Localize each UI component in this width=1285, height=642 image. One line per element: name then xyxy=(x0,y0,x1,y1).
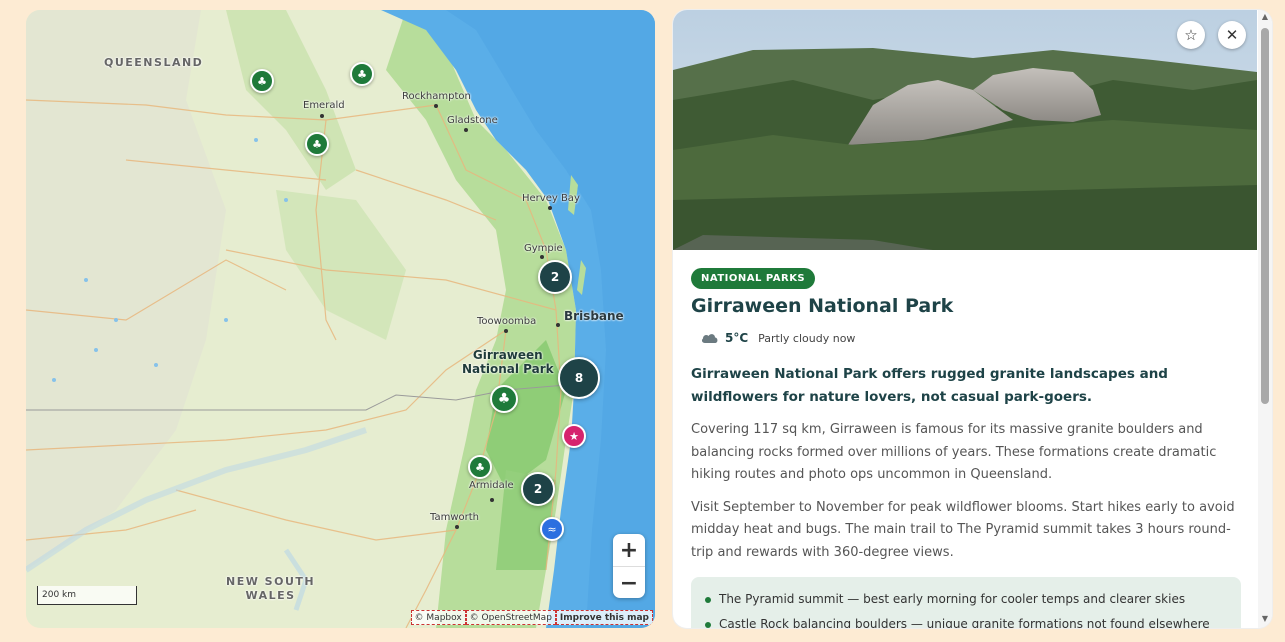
park-pin-tree-icon[interactable]: ♣ xyxy=(350,62,374,86)
favorite-star-icon[interactable]: ☆ xyxy=(1177,21,1205,49)
highlight-text: The Pyramid summit — best early morning … xyxy=(719,592,1186,606)
map-attribution: © Mapbox © OpenStreetMap Improve this ma… xyxy=(410,610,653,625)
park-pin-tree-icon[interactable]: ♣ xyxy=(468,455,492,479)
zoom-out-button[interactable]: − xyxy=(613,567,645,599)
attribution-osm-link[interactable]: © OpenStreetMap xyxy=(465,610,556,625)
cloud-icon xyxy=(701,334,718,343)
star-pin-icon[interactable]: ★ xyxy=(562,424,586,448)
scrollbar-thumb[interactable] xyxy=(1261,28,1269,404)
label-girraween-national-park: Girraween National Park xyxy=(462,348,554,376)
city-dot-rockhampton xyxy=(434,104,438,108)
label-armidale: Armidale xyxy=(469,480,514,491)
panel-scrollbar[interactable]: ▲ ▼ xyxy=(1258,10,1272,628)
park-pin-girraween-tree-icon[interactable]: ♣ xyxy=(490,385,518,413)
park-paragraph: Covering 117 sq km, Girraween is famous … xyxy=(691,422,1217,482)
label-girraween-line2: National Park xyxy=(462,362,554,376)
cluster-marker[interactable]: 2 xyxy=(521,472,555,506)
highlight-item: Castle Rock balancing boulders — unique … xyxy=(705,612,1227,628)
map-view[interactable]: QUEENSLAND Emerald Rockhampton Gladstone… xyxy=(26,10,655,628)
cluster-marker[interactable]: 2 xyxy=(538,260,572,294)
city-dot-brisbane xyxy=(556,323,560,327)
city-dot-emerald xyxy=(320,114,324,118)
park-detail-content: NATIONAL PARKS Girraween National Park 5… xyxy=(691,266,1241,628)
city-dot-armidale xyxy=(490,498,494,502)
bullet-icon xyxy=(705,621,711,628)
scroll-up-arrow-icon[interactable]: ▲ xyxy=(1258,12,1272,24)
highlights-box: The Pyramid summit — best early morning … xyxy=(691,577,1241,628)
city-dot-tamworth xyxy=(455,525,459,529)
label-toowoomba: Toowoomba xyxy=(477,316,537,327)
highlight-text: Castle Rock balancing boulders — unique … xyxy=(719,617,1210,628)
park-detail-panel: ☆ ✕ ▲ ▼ NATIONAL PARKS Girraween Nationa… xyxy=(673,10,1272,628)
city-dot-gympie xyxy=(540,255,544,259)
scroll-down-arrow-icon[interactable]: ▼ xyxy=(1258,614,1272,626)
label-queensland: QUEENSLAND xyxy=(104,56,204,69)
label-hervey-bay: Hervey Bay xyxy=(522,193,580,204)
city-dot-toowoomba xyxy=(504,329,508,333)
cluster-marker[interactable]: 8 xyxy=(558,357,600,399)
label-girraween-line1: Girraween xyxy=(472,348,543,362)
label-new-south-wales: NEW SOUTH WALES xyxy=(226,575,315,603)
label-rockhampton: Rockhampton xyxy=(402,91,471,102)
park-paragraph: Visit September to November for peak wil… xyxy=(691,499,1235,560)
city-dot-hervey-bay xyxy=(548,206,552,210)
attribution-mapbox-link[interactable]: © Mapbox xyxy=(410,610,466,625)
park-title: Girraween National Park xyxy=(691,295,954,317)
improve-map-link[interactable]: Improve this map xyxy=(555,610,653,625)
zoom-in-button[interactable]: + xyxy=(613,534,645,567)
park-lead-text: Girraween National Park offers rugged gr… xyxy=(691,366,1168,405)
bullet-icon xyxy=(705,596,711,603)
category-badge: NATIONAL PARKS xyxy=(691,268,816,289)
weather-description: Partly cloudy now xyxy=(758,331,856,345)
wave-pin-icon[interactable]: ≈ xyxy=(540,517,564,541)
park-pin-tree-icon[interactable]: ♣ xyxy=(250,69,274,93)
highlight-item: The Pyramid summit — best early morning … xyxy=(705,587,1227,612)
label-brisbane: Brisbane xyxy=(564,309,624,323)
label-gladstone: Gladstone xyxy=(447,115,498,126)
weather-temperature: 5°C xyxy=(725,331,749,345)
park-hero-image xyxy=(673,10,1257,250)
label-emerald: Emerald xyxy=(303,100,345,111)
label-nsw-line2: WALES xyxy=(245,589,296,602)
label-gympie: Gympie xyxy=(524,243,563,254)
label-tamworth: Tamworth xyxy=(430,512,479,523)
city-dot-gladstone xyxy=(464,128,468,132)
weather-row: 5°C Partly cloudy now xyxy=(701,331,1241,345)
park-pin-tree-icon[interactable]: ♣ xyxy=(305,132,329,156)
label-nsw-line1: NEW SOUTH xyxy=(226,575,316,588)
close-icon[interactable]: ✕ xyxy=(1218,21,1246,49)
scale-bar: 200 km xyxy=(37,586,137,605)
zoom-control: + − xyxy=(613,534,645,598)
